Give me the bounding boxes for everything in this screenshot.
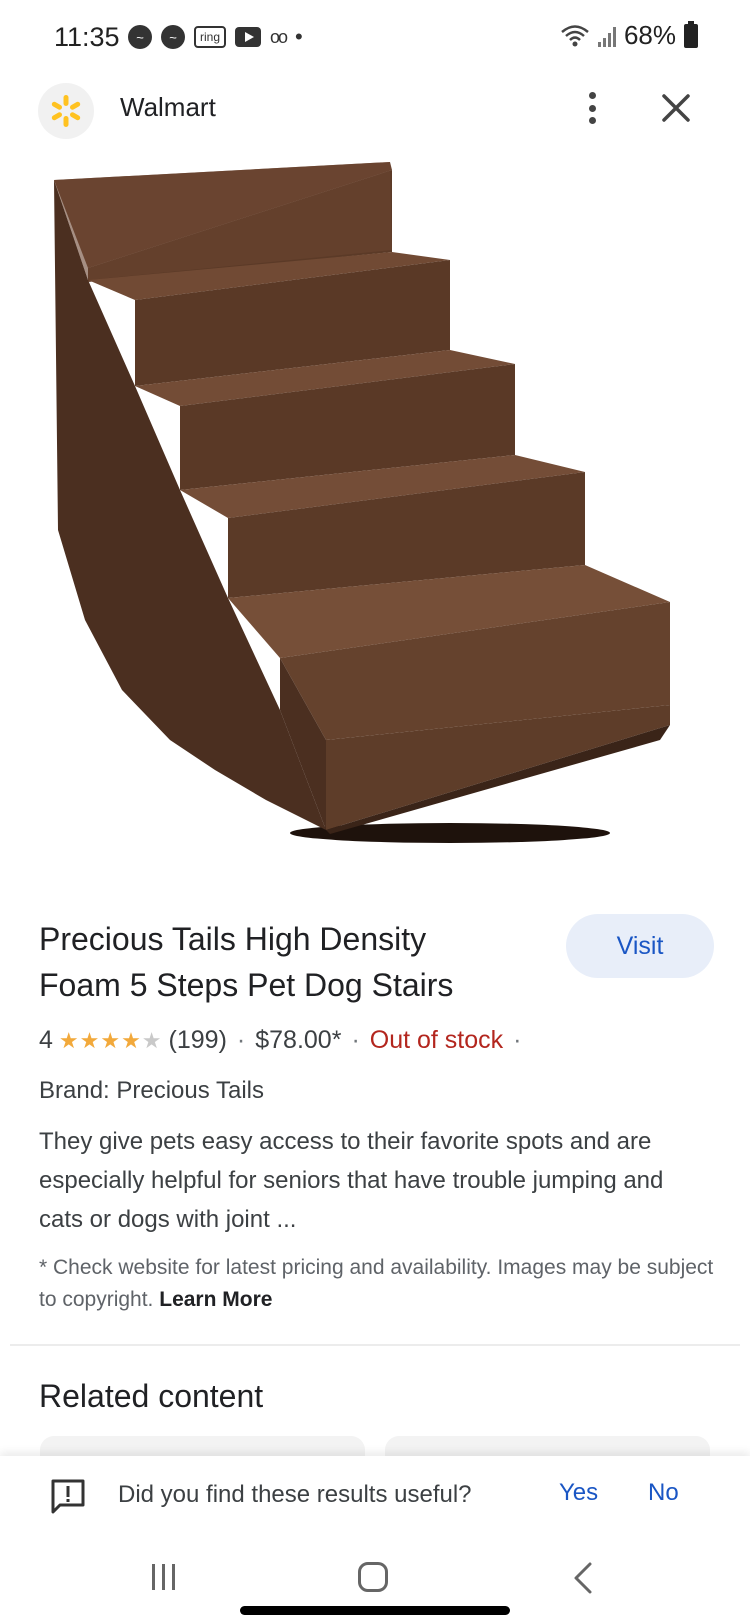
site-name: Walmart (120, 92, 216, 122)
ring-app-icon: ring (194, 26, 227, 48)
feedback-icon (51, 1479, 85, 1514)
separator-dot: · (351, 1026, 360, 1054)
system-icons: 68% (560, 20, 698, 51)
home-indicator[interactable] (240, 1606, 510, 1615)
youtube-icon (235, 27, 262, 47)
messenger-icon: ~ (128, 25, 152, 49)
close-icon[interactable] (656, 88, 696, 128)
product-title[interactable]: Precious Tails High Density Foam 5 Steps… (39, 916, 509, 1008)
battery-icon (684, 20, 698, 48)
wifi-icon (561, 24, 589, 46)
disclaimer-text: * Check website for latest pricing and a… (39, 1256, 714, 1311)
price: $78.00* (255, 1026, 342, 1054)
feedback-yes-button[interactable]: Yes (559, 1479, 598, 1507)
section-divider (10, 1344, 740, 1346)
walmart-logo (38, 83, 94, 139)
spark-icon (51, 95, 81, 127)
related-card[interactable] (385, 1436, 710, 1456)
status-time: 11:35 (54, 22, 120, 52)
separator-dot: · (513, 1026, 522, 1054)
status-bar: 11:35 ~ ~ ring oo • 68% (0, 0, 750, 74)
separator-dot: · (236, 1026, 246, 1054)
visit-button[interactable]: Visit (566, 914, 714, 978)
more-options-icon[interactable] (577, 88, 607, 128)
signal-icon (597, 25, 616, 47)
notification-icons: ~ ~ ring oo • (128, 24, 303, 50)
feedback-question: Did you find these results useful? (118, 1481, 472, 1508)
star-rating-icon: ★★★★★ (58, 1027, 163, 1053)
back-icon[interactable] (566, 1560, 602, 1596)
voicemail-icon: oo (270, 26, 288, 47)
recent-apps-icon[interactable] (152, 1564, 175, 1590)
learn-more-link[interactable]: Learn More (159, 1288, 272, 1311)
related-content-heading: Related content (39, 1378, 264, 1414)
product-brand: Brand: Precious Tails (39, 1077, 264, 1104)
stock-status: Out of stock (369, 1026, 504, 1054)
related-card[interactable] (40, 1436, 365, 1456)
app-header: Walmart (0, 74, 750, 144)
product-description: They give pets easy access to their favo… (39, 1128, 664, 1233)
battery-percent: 68% (623, 20, 676, 50)
feedback-bar: Did you find these results useful? Yes N… (0, 1456, 750, 1534)
product-image[interactable] (30, 150, 720, 880)
feedback-no-button[interactable]: No (648, 1479, 679, 1507)
pricing-disclaimer: * Check website for latest pricing and a… (39, 1252, 719, 1316)
home-icon[interactable] (358, 1562, 388, 1592)
messenger-icon: ~ (161, 25, 185, 49)
rating-value: 4 (39, 1026, 53, 1054)
system-nav-bar (0, 1534, 750, 1624)
product-meta-row: 4 ★★★★★ (199) · $78.00* · Out of stock · (39, 1026, 531, 1055)
more-notifications-icon: • (295, 24, 303, 49)
review-count[interactable]: (199) (169, 1026, 227, 1055)
